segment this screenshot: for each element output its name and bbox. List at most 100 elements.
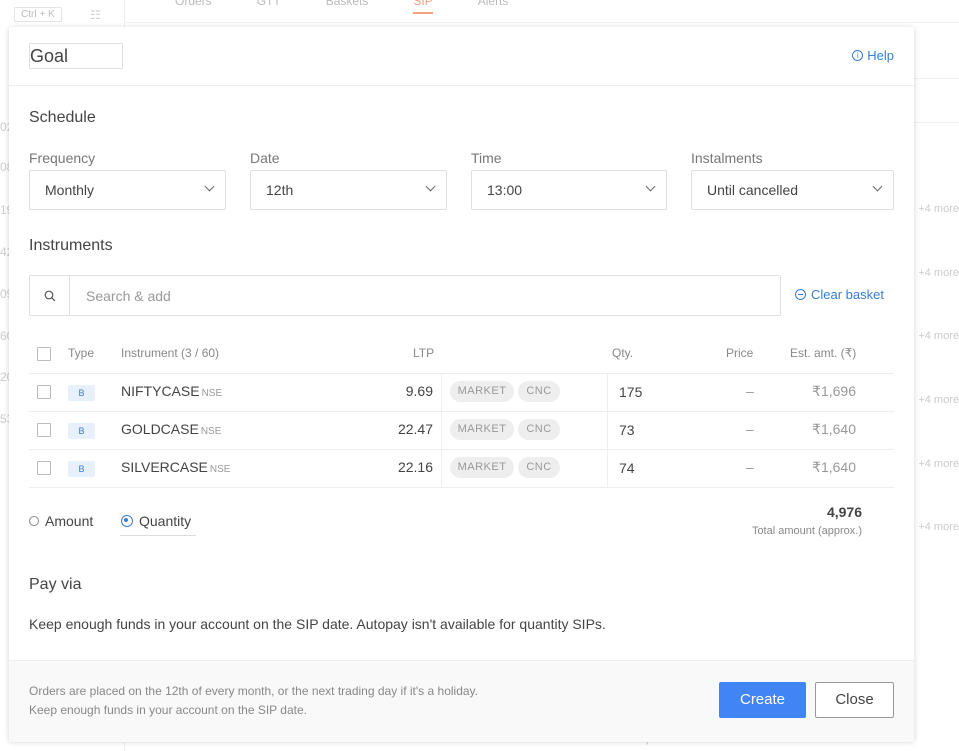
search-icon	[44, 290, 56, 302]
help-label: Help	[867, 48, 894, 63]
more-link[interactable]: +4 more	[918, 267, 959, 279]
create-button[interactable]: Create	[719, 682, 806, 718]
chevron-down-icon	[872, 181, 883, 192]
tab-alerts[interactable]: Alerts	[478, 0, 509, 14]
more-link[interactable]: +4 more	[918, 330, 959, 342]
ltp-value: 22.16	[397, 459, 433, 475]
clear-basket-label: Clear basket	[811, 287, 884, 302]
table-row: B SILVERCASE NSE 22.16 MARKET CNC 74 – ₹1…	[29, 449, 894, 488]
price-value: –	[746, 459, 754, 475]
minus-circle-icon	[795, 289, 806, 300]
type-badge: B	[68, 461, 95, 477]
row-checkbox[interactable]	[37, 461, 51, 475]
shortcut-hint: Ctrl + K	[14, 7, 62, 22]
chevron-down-icon	[425, 181, 436, 192]
price-value: –	[746, 421, 754, 437]
divider	[441, 373, 442, 411]
more-link[interactable]: +4 more	[918, 394, 959, 406]
order-type-chip[interactable]: MARKET	[450, 457, 514, 478]
exchange-label: NSE	[200, 426, 222, 437]
background-tabs: Orders GTT Baskets SIP Alerts	[175, 0, 553, 14]
more-link[interactable]: +4 more	[918, 521, 959, 533]
divider	[607, 373, 608, 411]
product-chip[interactable]: CNC	[518, 457, 560, 478]
row-checkbox[interactable]	[37, 385, 51, 399]
type-badge: B	[68, 423, 95, 439]
ltp-value: 9.69	[405, 383, 433, 399]
instrument-search[interactable]: Search & add	[29, 275, 781, 316]
instrument-name[interactable]: GOLDCASE NSE	[121, 421, 221, 437]
table-header: Type Instrument (3 / 60) LTP Qty. Price …	[29, 336, 894, 374]
instalments-label: Instalments	[691, 150, 763, 166]
table-row: B GOLDCASE NSE 22.47 MARKET CNC 73 – ₹1,6…	[29, 411, 894, 450]
total-amount-label: Total amount (approx.)	[751, 525, 862, 537]
goal-name-value: Goal	[30, 46, 69, 66]
filter-icon[interactable]: ☷	[90, 8, 101, 22]
row-checkbox[interactable]	[37, 423, 51, 437]
instrument-name[interactable]: NIFTYCASE NSE	[121, 383, 222, 399]
footer-note-line1: Orders are placed on the 12th of every m…	[29, 684, 478, 698]
time-select[interactable]: 13:00	[471, 170, 667, 210]
clear-basket-button[interactable]: Clear basket	[795, 287, 884, 302]
close-button[interactable]: Close	[815, 682, 894, 718]
radio-quantity[interactable]: Quantity	[121, 513, 191, 529]
more-link[interactable]: +4 more	[918, 458, 959, 470]
sip-modal: Goal i Help Schedule Frequency Monthly D…	[9, 27, 914, 742]
radio-quantity-label: Quantity	[139, 513, 192, 529]
total-amount-value: 4,976	[826, 504, 862, 520]
exchange-label: NSE	[209, 464, 231, 475]
instalments-select[interactable]: Until cancelled	[691, 170, 894, 210]
header-qty: Qty.	[612, 346, 634, 360]
product-chip[interactable]: CNC	[518, 381, 560, 402]
radio-amount-label: Amount	[45, 513, 94, 529]
pay-via-note: Keep enough funds in your account on the…	[29, 616, 606, 632]
qty-input[interactable]: 175	[619, 384, 642, 400]
radio-amount-circle[interactable]	[29, 516, 39, 526]
radio-quantity-circle[interactable]	[121, 515, 133, 527]
tab-gtt[interactable]: GTT	[257, 0, 281, 14]
header-type: Type	[68, 346, 95, 360]
chevron-down-icon	[204, 181, 215, 192]
header-amount: Est. amt. (₹)	[790, 346, 857, 360]
select-all-checkbox[interactable]	[37, 347, 51, 361]
order-type-chip[interactable]: MARKET	[450, 381, 514, 402]
amount-value: ₹1,696	[812, 383, 856, 399]
instalments-value: Until cancelled	[707, 182, 799, 198]
help-link[interactable]: i Help	[852, 48, 894, 63]
exchange-label: NSE	[201, 388, 223, 399]
chevron-down-icon	[645, 181, 656, 192]
header-ltp: LTP	[413, 346, 435, 360]
time-value: 13:00	[487, 182, 523, 198]
amount-value: ₹1,640	[812, 459, 856, 475]
divider	[441, 449, 442, 487]
divider	[120, 535, 196, 536]
divider	[607, 449, 608, 487]
radio-amount[interactable]: Amount	[29, 513, 93, 529]
schedule-title: Schedule	[29, 109, 96, 126]
search-placeholder: Search & add	[86, 288, 171, 304]
qty-input[interactable]: 74	[619, 460, 635, 476]
modal-footer: Orders are placed on the 12th of every m…	[9, 660, 914, 742]
search-icon-wrap	[30, 276, 70, 315]
divider	[441, 411, 442, 449]
tab-orders[interactable]: Orders	[175, 0, 212, 14]
divider	[124, 22, 959, 23]
goal-name-input[interactable]: Goal	[29, 43, 123, 69]
qty-input[interactable]: 73	[619, 422, 635, 438]
order-type-chip[interactable]: MARKET	[450, 419, 514, 440]
frequency-select[interactable]: Monthly	[29, 170, 226, 210]
table-row: B NIFTYCASE NSE 9.69 MARKET CNC 175 – ₹1,…	[29, 373, 894, 412]
info-icon: i	[852, 50, 864, 61]
modal-header: Goal i Help	[9, 27, 914, 86]
product-chip[interactable]: CNC	[518, 419, 560, 440]
frequency-value: Monthly	[45, 182, 95, 198]
date-value: 12th	[266, 182, 294, 198]
header-price: Price	[726, 346, 754, 360]
instrument-name[interactable]: SILVERCASE NSE	[121, 459, 230, 475]
frequency-label: Frequency	[29, 150, 96, 166]
tab-baskets[interactable]: Baskets	[326, 0, 369, 14]
date-select[interactable]: 12th	[250, 170, 447, 210]
tab-sip[interactable]: SIP	[413, 0, 433, 14]
ltp-value: 22.47	[397, 421, 433, 437]
more-link[interactable]: +4 more	[918, 203, 959, 215]
